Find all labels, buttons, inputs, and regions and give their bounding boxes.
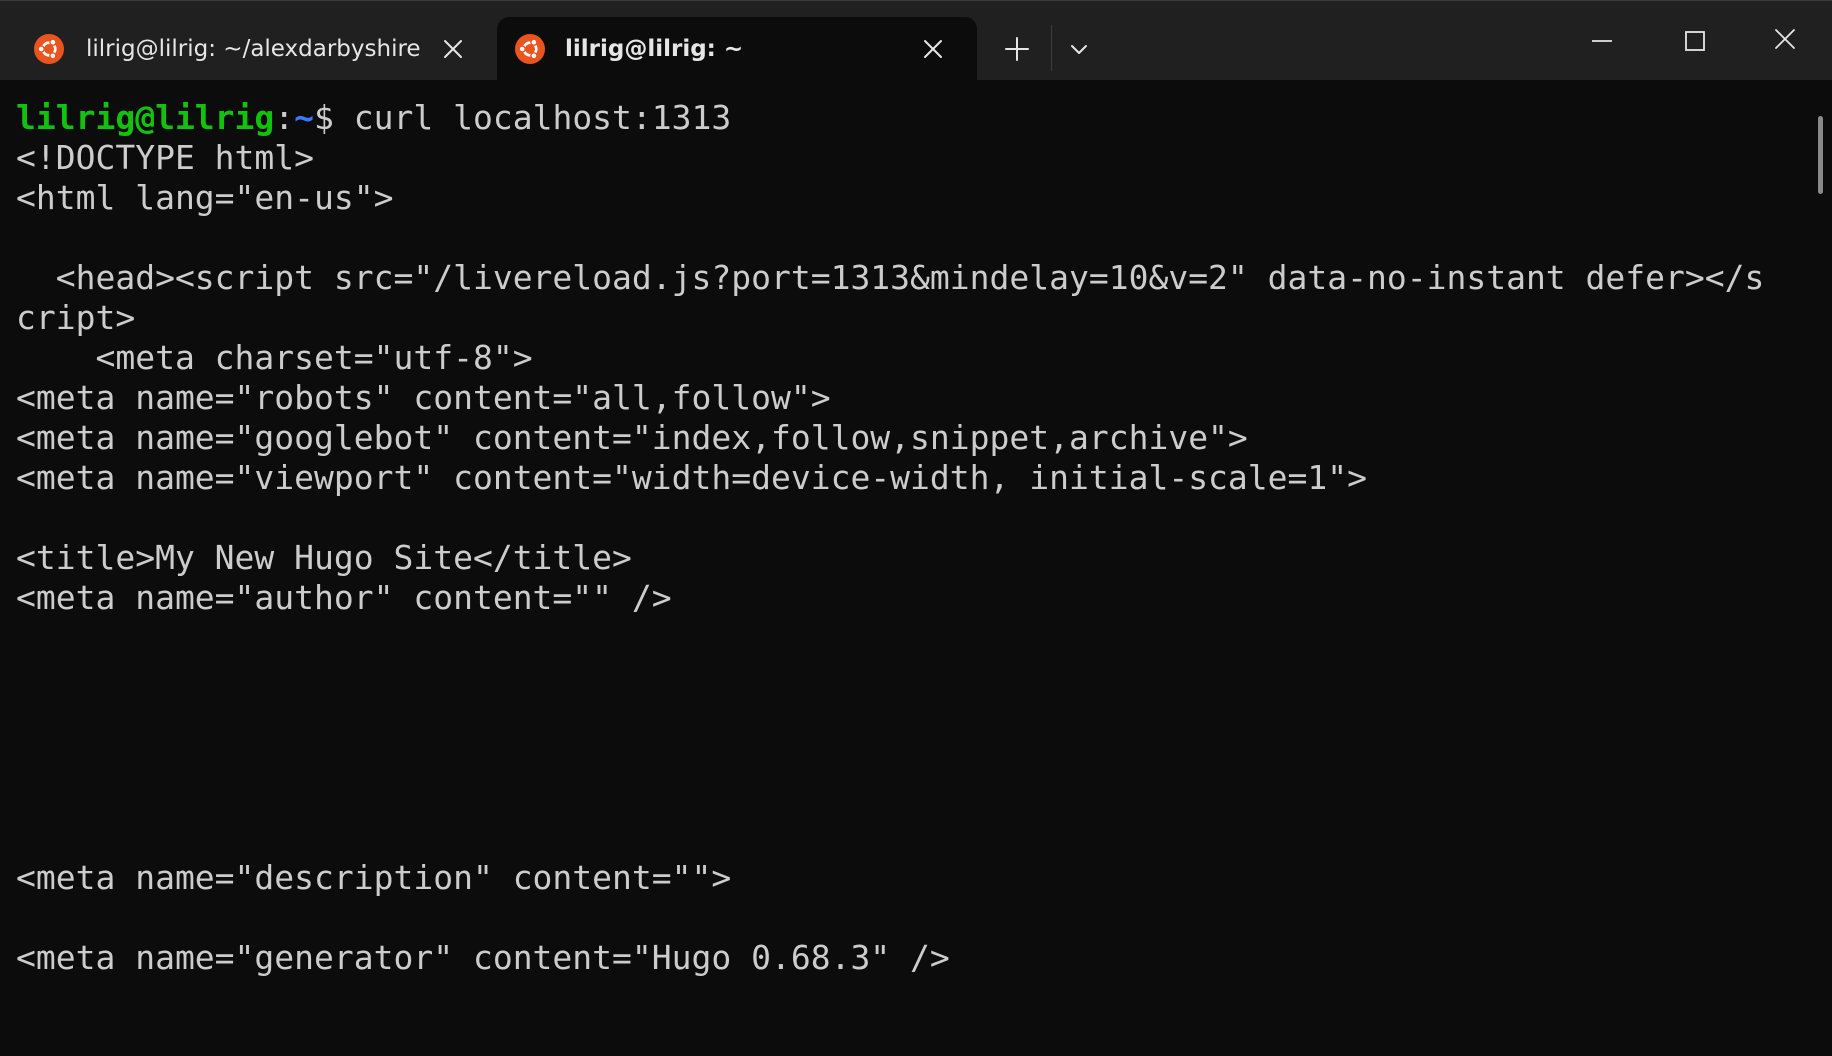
close-window-icon[interactable] [1769,23,1801,55]
terminal-line: <!DOCTYPE html> [16,138,315,177]
ubuntu-icon [515,34,545,64]
tab-home[interactable]: lilrig@lilrig: ~ [497,17,977,81]
new-tab-plus-icon[interactable] [1000,32,1034,66]
prompt-command: curl localhost:1313 [333,98,732,137]
ubuntu-icon [34,34,64,64]
prompt-line: lilrig@lilrig:~$ curl localhost:1313 [16,98,731,138]
close-tab-icon[interactable] [920,36,946,62]
prompt-user-host: lilrig@lilrig [16,98,275,137]
tab-bar: lilrig@lilrig: ~/alexdarbyshire lilrig@l… [0,0,1832,81]
prompt-colon: : [274,98,295,137]
close-tab-icon[interactable] [440,36,466,62]
chevron-down-icon[interactable] [1064,34,1094,64]
tab-divider [1051,25,1052,71]
terminal-line: <meta name="author" content="" /> [16,578,672,617]
minimize-icon[interactable] [1586,25,1618,57]
tab-title: lilrig@lilrig: ~/alexdarbyshire [86,36,421,62]
terminal-line: <meta charset="utf-8"> [16,338,533,377]
prompt-dollar: $ [314,98,334,137]
terminal-line: <meta name="viewport" content="width=dev… [16,458,1368,497]
terminal-line: <meta name="generator" content="Hugo 0.6… [16,938,950,977]
terminal-line: <meta name="robots" content="all,follow"… [16,378,831,417]
terminal-line: <meta name="description" content=""> [16,858,732,897]
terminal-window: lilrig@lilrig: ~/alexdarbyshire lilrig@l… [0,0,1832,1056]
tab-alexdarbyshire[interactable]: lilrig@lilrig: ~/alexdarbyshire [0,17,493,81]
terminal-line: <head><script src="/livereload.js?port=1… [16,258,1765,297]
maximize-icon[interactable] [1679,25,1711,57]
terminal-line: cript> [16,298,136,337]
scrollbar[interactable] [1812,80,1832,1056]
scrollbar-thumb[interactable] [1818,116,1823,194]
terminal-output[interactable]: lilrig@lilrig:~$ curl localhost:1313 <!D… [0,80,1812,1056]
prompt-path: ~ [294,98,315,137]
terminal-line: <title>My New Hugo Site</title> [16,538,632,577]
terminal-line: <meta name="googlebot" content="index,fo… [16,418,1248,457]
tab-title: lilrig@lilrig: ~ [565,36,744,62]
terminal-line: <html lang="en-us"> [16,178,394,217]
